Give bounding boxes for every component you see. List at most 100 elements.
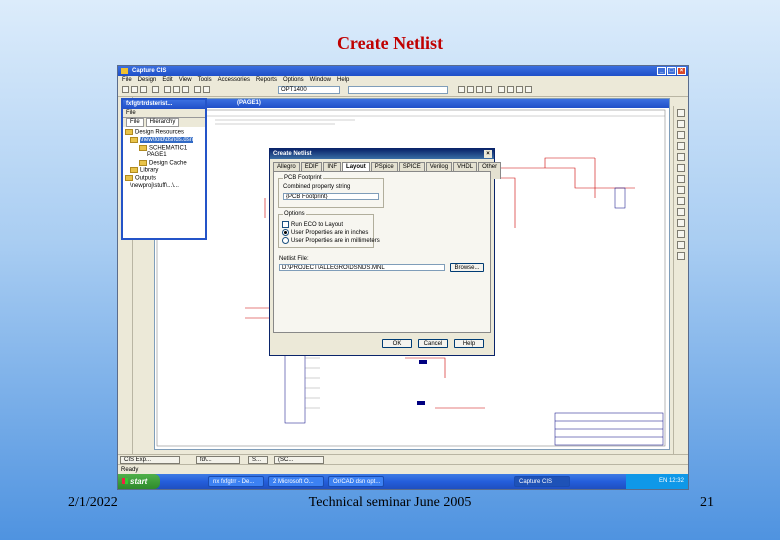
open-icon[interactable] bbox=[131, 86, 138, 93]
power-icon[interactable] bbox=[677, 186, 685, 194]
options-group-label: Options bbox=[283, 211, 306, 217]
save-icon[interactable] bbox=[140, 86, 147, 93]
menu-bar: File Design Edit View Tools Accessories … bbox=[118, 76, 688, 84]
ground-icon[interactable] bbox=[677, 197, 685, 205]
taskbar-item[interactable]: 2 Microsoft O... bbox=[268, 476, 324, 487]
tree-item[interactable]: Outputs bbox=[125, 175, 203, 183]
radio-icon[interactable] bbox=[282, 237, 289, 244]
drawing-palette bbox=[673, 106, 688, 456]
radio-icon[interactable] bbox=[282, 229, 289, 236]
cancel-button[interactable]: Cancel bbox=[418, 339, 448, 348]
copy-icon[interactable] bbox=[173, 86, 180, 93]
toolbar: OPT1400 bbox=[118, 84, 688, 97]
bus-icon[interactable] bbox=[677, 153, 685, 161]
taskbar-item-active[interactable]: Capture CIS bbox=[514, 476, 570, 487]
hier-block-icon[interactable] bbox=[677, 208, 685, 216]
search-combo[interactable] bbox=[348, 86, 448, 94]
part-combo[interactable]: OPT1400 bbox=[278, 86, 340, 94]
project-tree: Design Resources \new\fold\dsnds.dsn SCH… bbox=[123, 127, 205, 192]
maximize-button[interactable]: □ bbox=[667, 67, 676, 75]
undo-icon[interactable] bbox=[194, 86, 201, 93]
taskbar-item[interactable]: Or/CAD dsn opt... bbox=[328, 476, 384, 487]
cut-icon[interactable] bbox=[164, 86, 171, 93]
tree-item[interactable]: Library bbox=[125, 167, 203, 175]
dialog-close-icon[interactable]: × bbox=[484, 150, 492, 158]
menu-reports[interactable]: Reports bbox=[256, 76, 277, 84]
menu-tools[interactable]: Tools bbox=[198, 76, 212, 84]
netlist-icon[interactable] bbox=[516, 86, 523, 93]
menu-window[interactable]: Window bbox=[310, 76, 331, 84]
project-tab-file[interactable]: File bbox=[123, 109, 205, 118]
tab-file[interactable]: File bbox=[126, 118, 144, 127]
bom-icon[interactable] bbox=[525, 86, 532, 93]
tree-item[interactable]: PAGE1 bbox=[125, 152, 203, 159]
menu-view[interactable]: View bbox=[179, 76, 192, 84]
window-tab[interactable]: S... bbox=[248, 456, 268, 464]
drc-icon[interactable] bbox=[507, 86, 514, 93]
no-connect-icon[interactable] bbox=[677, 230, 685, 238]
menu-accessories[interactable]: Accessories bbox=[218, 76, 250, 84]
new-icon[interactable] bbox=[122, 86, 129, 93]
tab-hierarchy[interactable]: Hierarchy bbox=[145, 118, 180, 127]
bus-entry-icon[interactable] bbox=[677, 175, 685, 183]
project-view-tabs: File Hierarchy bbox=[123, 118, 205, 127]
system-tray: EN 12:32 bbox=[626, 474, 688, 489]
window-tab[interactable]: (SC... bbox=[274, 456, 324, 464]
run-eco-option[interactable]: Run ECO to Layout bbox=[282, 221, 343, 228]
schematic-icon bbox=[139, 144, 147, 151]
redo-icon[interactable] bbox=[203, 86, 210, 93]
menu-help[interactable]: Help bbox=[337, 76, 349, 84]
status-bar: Ready bbox=[118, 464, 688, 474]
junction-icon[interactable] bbox=[677, 164, 685, 172]
zoom-in-icon[interactable] bbox=[458, 86, 465, 93]
paste-icon[interactable] bbox=[182, 86, 189, 93]
menu-design[interactable]: Design bbox=[138, 76, 157, 84]
windows-taskbar: start nx fxfgtrr - De... 2 Microsoft O..… bbox=[118, 474, 688, 489]
tree-item[interactable]: \newproj\stuff\...\... bbox=[125, 183, 203, 190]
ok-button[interactable]: OK bbox=[382, 339, 412, 348]
screenshot: Capture CIS _ □ × File Design Edit View … bbox=[117, 65, 689, 490]
app-icon bbox=[121, 68, 128, 74]
place-part-icon[interactable] bbox=[677, 120, 685, 128]
tree-item[interactable]: Design Cache bbox=[125, 159, 203, 168]
port-icon[interactable] bbox=[677, 219, 685, 227]
select-icon[interactable] bbox=[677, 109, 685, 117]
windows-logo-icon bbox=[122, 478, 128, 484]
menu-options[interactable]: Options bbox=[283, 76, 304, 84]
wire-icon[interactable] bbox=[677, 131, 685, 139]
start-button[interactable]: start bbox=[118, 474, 160, 489]
taskbar-item[interactable]: nx fxfgtrr - De... bbox=[208, 476, 264, 487]
tree-item[interactable]: \new\fold\dsnds.dsn bbox=[125, 136, 203, 145]
zoom-area-icon[interactable] bbox=[476, 86, 483, 93]
tree-item[interactable]: Design Resources bbox=[125, 129, 203, 137]
browse-button[interactable]: Browse... bbox=[450, 263, 484, 272]
menu-file[interactable]: File bbox=[122, 76, 132, 84]
net-alias-icon[interactable] bbox=[677, 142, 685, 150]
folder-icon bbox=[125, 175, 133, 182]
annotate-icon[interactable] bbox=[498, 86, 505, 93]
dialog-titlebar: Create Netlist × bbox=[270, 149, 494, 159]
layout-tab-panel: PCB Footprint Combined property string {… bbox=[273, 171, 491, 333]
window-tab[interactable]: fd\... bbox=[196, 456, 240, 464]
millimeters-option[interactable]: User Properties are in millimeters bbox=[282, 237, 380, 244]
app-title: Capture CIS bbox=[132, 68, 167, 74]
schematic-titlebar: (PAGE1) bbox=[155, 99, 669, 108]
combined-property-input[interactable]: {PCB Footprint} bbox=[283, 193, 379, 200]
minimize-button[interactable]: _ bbox=[657, 67, 666, 75]
slide-page-number: 21 bbox=[700, 495, 714, 510]
netlist-file-input[interactable]: D:\PROJECT\ALLEGRO\DSNDS.MNL bbox=[279, 264, 445, 271]
menu-edit[interactable]: Edit bbox=[162, 76, 172, 84]
help-button[interactable]: Help bbox=[454, 339, 484, 348]
zoom-out-icon[interactable] bbox=[467, 86, 474, 93]
close-button[interactable]: × bbox=[677, 67, 686, 75]
print-icon[interactable] bbox=[152, 86, 159, 93]
inches-option[interactable]: User Properties are in inches bbox=[282, 229, 368, 236]
window-tab[interactable]: CIS Exp... bbox=[120, 456, 180, 464]
text-icon[interactable] bbox=[677, 252, 685, 260]
tree-item[interactable]: SCHEMATIC1 bbox=[125, 144, 203, 153]
line-icon[interactable] bbox=[677, 241, 685, 249]
create-netlist-dialog: Create Netlist × Allegro EDIF 2 0 0 INF … bbox=[269, 148, 502, 356]
zoom-all-icon[interactable] bbox=[485, 86, 492, 93]
project-manager-window[interactable]: fxfgtrtrdsterist... File File Hierarchy … bbox=[121, 98, 207, 240]
checkbox-icon[interactable] bbox=[282, 221, 289, 228]
